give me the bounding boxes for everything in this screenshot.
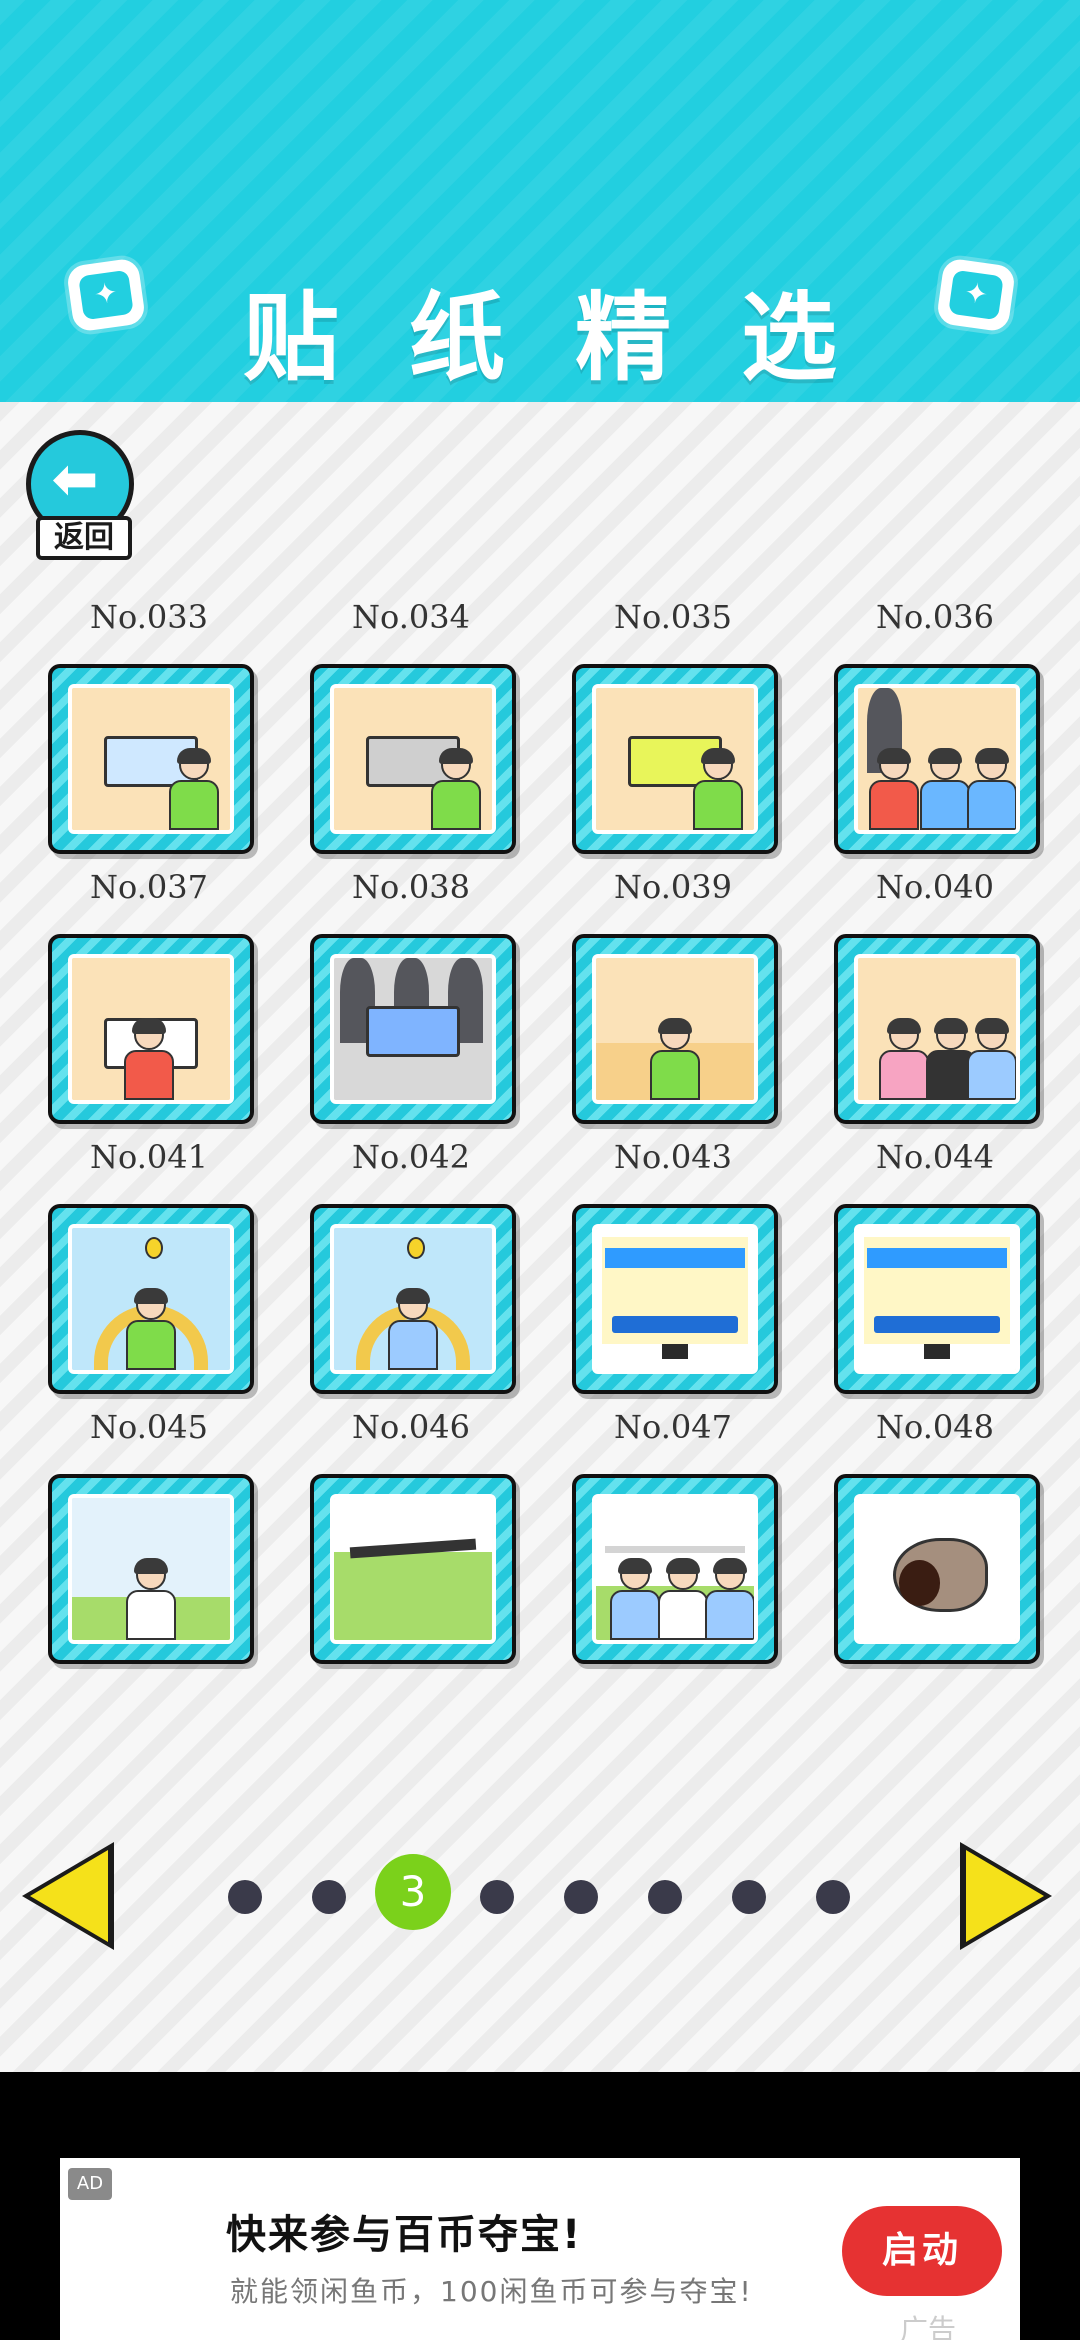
sticker-card[interactable] (572, 1474, 778, 1664)
sticker-image (68, 1224, 234, 1374)
sticker-image (592, 954, 758, 1104)
sticker-card[interactable] (310, 664, 516, 854)
sticker-item[interactable]: No.035 (568, 598, 778, 858)
sticker-image (330, 684, 496, 834)
star-sticker-icon: ✦ (935, 257, 1017, 333)
sticker-item[interactable]: No.038 (306, 868, 516, 1128)
back-label: 返回 (36, 516, 132, 560)
sticker-item[interactable]: No.039 (568, 868, 778, 1128)
sticker-card[interactable] (48, 934, 254, 1124)
sticker-card[interactable] (310, 1204, 516, 1394)
sticker-card[interactable] (48, 664, 254, 854)
sticker-image (854, 954, 1020, 1104)
page-dot[interactable] (312, 1880, 346, 1914)
sticker-number: No.038 (352, 868, 470, 906)
sticker-item[interactable]: No.043 (568, 1138, 778, 1398)
sticker-item[interactable]: No.036 (830, 598, 1040, 858)
ad-watermark: 广告 (900, 2313, 957, 2340)
sticker-number: No.040 (876, 868, 994, 906)
sticker-card[interactable] (834, 1474, 1040, 1664)
page-dot[interactable] (648, 1880, 682, 1914)
sticker-card[interactable] (834, 934, 1040, 1124)
ad-title: 快来参与百币夺宝! (226, 2212, 583, 2258)
sticker-item[interactable]: No.047 (568, 1408, 778, 1668)
triangle-left-icon[interactable] (22, 1842, 114, 1950)
arrow-left-icon: ⬅ (51, 447, 99, 512)
sticker-number: No.042 (352, 1138, 470, 1176)
sticker-number: No.045 (90, 1408, 208, 1446)
sticker-card[interactable] (48, 1474, 254, 1664)
sticker-item[interactable]: No.037 (44, 868, 254, 1128)
page-dot[interactable] (480, 1880, 514, 1914)
sticker-image (68, 1494, 234, 1644)
sticker-number: No.036 (876, 598, 994, 636)
sticker-card[interactable] (572, 664, 778, 854)
sticker-item[interactable]: No.045 (44, 1408, 254, 1668)
sticker-card[interactable] (310, 1474, 516, 1664)
triangle-right-icon[interactable] (960, 1842, 1052, 1950)
page-dot-active[interactable]: 3 (375, 1854, 451, 1930)
sticker-card[interactable] (310, 934, 516, 1124)
sticker-image (854, 1494, 1020, 1644)
sticker-number: No.044 (876, 1138, 994, 1176)
sticker-image (854, 1224, 1020, 1374)
page-dot[interactable] (228, 1880, 262, 1914)
sticker-number: No.048 (876, 1408, 994, 1446)
sticker-card[interactable] (572, 934, 778, 1124)
sticker-item[interactable]: No.041 (44, 1138, 254, 1398)
sticker-item[interactable]: No.042 (306, 1138, 516, 1398)
sticker-image (592, 1494, 758, 1644)
page-dot[interactable] (564, 1880, 598, 1914)
page-dot[interactable] (732, 1880, 766, 1914)
sticker-item[interactable]: No.046 (306, 1408, 516, 1668)
header-banner: ✦ 贴纸精选 ✦ (0, 0, 1080, 402)
sticker-card[interactable] (834, 1204, 1040, 1394)
page-dot[interactable] (816, 1880, 850, 1914)
sticker-number: No.033 (90, 598, 208, 636)
back-button[interactable]: ⬅ 返回 (26, 430, 136, 562)
sticker-image (592, 684, 758, 834)
sticker-card[interactable] (834, 664, 1040, 854)
sticker-image (330, 1224, 496, 1374)
sticker-number: No.034 (352, 598, 470, 636)
sticker-number: No.035 (614, 598, 732, 636)
sticker-image (330, 1494, 496, 1644)
sticker-item[interactable]: No.033 (44, 598, 254, 858)
sticker-number: No.041 (90, 1138, 208, 1176)
sticker-image (68, 954, 234, 1104)
sticker-item[interactable]: No.040 (830, 868, 1040, 1128)
ad-tag: AD (68, 2168, 112, 2200)
sticker-card[interactable] (48, 1204, 254, 1394)
sticker-item[interactable]: No.048 (830, 1408, 1040, 1668)
sticker-number: No.047 (614, 1408, 732, 1446)
pagination: 3 (0, 1842, 1080, 1962)
sticker-image (592, 1224, 758, 1374)
ad-launch-button[interactable]: 启动 (842, 2206, 1002, 2296)
sticker-item[interactable]: No.034 (306, 598, 516, 858)
sticker-image (330, 954, 496, 1104)
ad-subtitle: 就能领闲鱼币，100闲鱼币可参与夺宝! (230, 2275, 753, 2308)
sticker-image (68, 684, 234, 834)
page-title: 贴纸精选 (243, 282, 907, 394)
sticker-card[interactable] (572, 1204, 778, 1394)
sticker-number: No.039 (614, 868, 732, 906)
sticker-number: No.037 (90, 868, 208, 906)
ad-banner[interactable]: AD 快来参与百币夺宝! 就能领闲鱼币，100闲鱼币可参与夺宝! 启动 广告 (60, 2158, 1020, 2340)
sticker-number: No.046 (352, 1408, 470, 1446)
sticker-image (854, 684, 1020, 834)
sticker-number: No.043 (614, 1138, 732, 1176)
sticker-item[interactable]: No.044 (830, 1138, 1040, 1398)
